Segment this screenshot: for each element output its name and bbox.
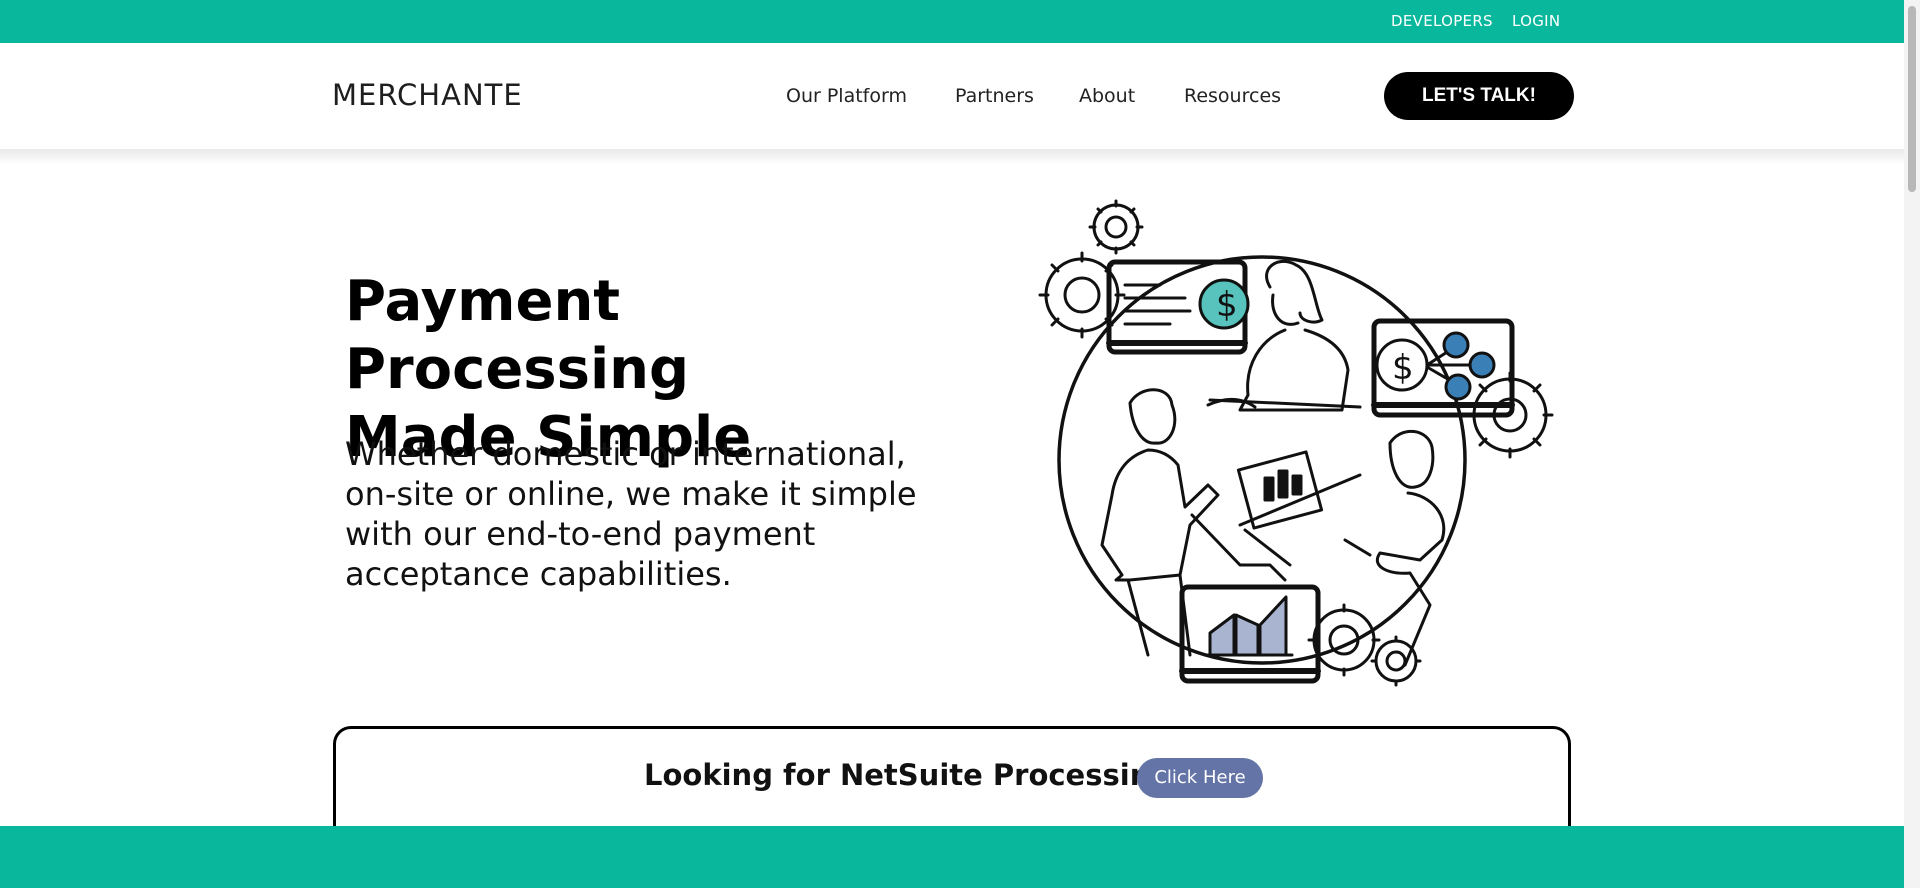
svg-text:$: $ — [1392, 348, 1414, 388]
scrollbar-thumb[interactable] — [1908, 6, 1916, 192]
svg-text:$: $ — [1216, 285, 1238, 325]
nav-our-platform[interactable]: Our Platform — [786, 85, 907, 107]
footer-band — [0, 826, 1904, 888]
merchante-logo[interactable]: MERCHANTE — [332, 78, 532, 110]
top-utility-bar: DEVELOPERS LOGIN — [0, 0, 1904, 43]
site-header — [0, 43, 1904, 149]
login-link[interactable]: LOGIN — [1512, 12, 1560, 30]
hero-title-line1: Payment Processing — [345, 269, 690, 402]
netsuite-text: Looking for NetSuite Processing? — [644, 758, 1188, 792]
nav-resources[interactable]: Resources — [1184, 85, 1281, 107]
business-team-illustration: $ $ — [1038, 199, 1554, 687]
developers-link[interactable]: DEVELOPERS — [1391, 12, 1493, 30]
nav-about[interactable]: About — [1079, 85, 1135, 107]
header-shadow — [0, 149, 1904, 165]
lets-talk-button[interactable]: LET'S TALK! — [1384, 72, 1574, 120]
click-here-button[interactable]: Click Here — [1137, 758, 1263, 798]
gear-icon — [1088, 199, 1144, 255]
hero-description: Whether domestic or international, on-si… — [345, 435, 917, 593]
nav-partners[interactable]: Partners — [955, 85, 1034, 107]
logo-text: MERCHANTE — [332, 78, 523, 110]
